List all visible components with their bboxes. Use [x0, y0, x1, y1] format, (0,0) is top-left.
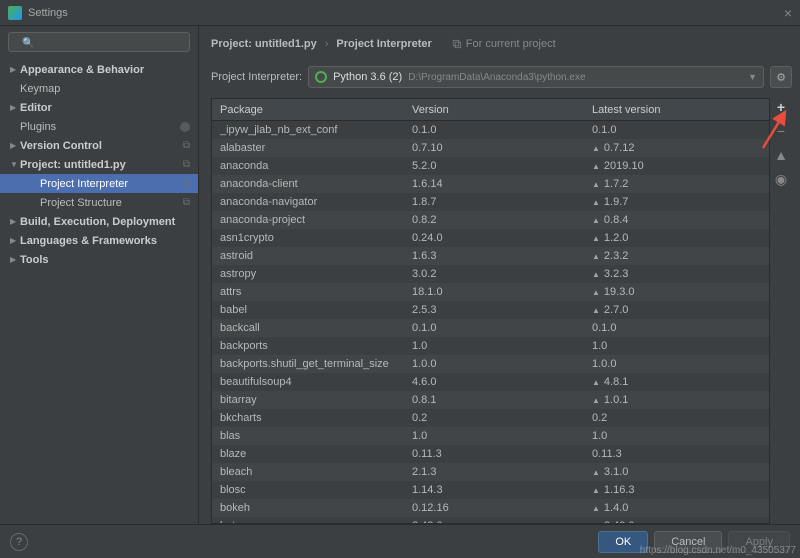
- copy-icon: [452, 39, 462, 49]
- col-version[interactable]: Version: [412, 104, 592, 116]
- package-toolbar: + − ▲ ◉: [770, 98, 792, 524]
- sidebar-item-build-execution-deployment[interactable]: ▶Build, Execution, Deployment: [0, 212, 198, 231]
- upgrade-available-icon: ▲: [592, 288, 600, 297]
- search-input[interactable]: [8, 32, 190, 52]
- interpreter-path: D:\ProgramData\Anaconda3\python.exe: [408, 72, 585, 83]
- upgrade-available-icon: ▲: [592, 252, 600, 261]
- table-row[interactable]: anaconda5.2.0▲2019.10: [212, 157, 769, 175]
- help-button[interactable]: ?: [10, 533, 28, 551]
- close-icon[interactable]: ×: [784, 5, 792, 21]
- breadcrumb: Project: untitled1.py › Project Interpre…: [211, 32, 792, 56]
- app-logo-icon: [8, 6, 22, 20]
- table-row[interactable]: bitarray0.8.1▲1.0.1: [212, 391, 769, 409]
- upgrade-available-icon: ▲: [592, 144, 600, 153]
- chevron-right-icon: ›: [325, 38, 329, 50]
- table-row[interactable]: bleach2.1.3▲3.1.0: [212, 463, 769, 481]
- settings-tree: ▶Appearance & BehaviorKeymap▶EditorPlugi…: [0, 58, 198, 524]
- sidebar-item-project-structure[interactable]: Project Structure⧉: [0, 193, 198, 212]
- table-body[interactable]: _ipyw_jlab_nb_ext_conf0.1.00.1.0alabaste…: [211, 120, 770, 524]
- table-row[interactable]: _ipyw_jlab_nb_ext_conf0.1.00.1.0: [212, 121, 769, 139]
- table-row[interactable]: blas1.01.0: [212, 427, 769, 445]
- sidebar-item-keymap[interactable]: Keymap: [0, 79, 198, 98]
- sidebar-item-languages-frameworks[interactable]: ▶Languages & Frameworks: [0, 231, 198, 250]
- table-row[interactable]: anaconda-client1.6.14▲1.7.2: [212, 175, 769, 193]
- table-row[interactable]: astropy3.0.2▲3.2.3: [212, 265, 769, 283]
- for-current-project-label: For current project: [452, 38, 556, 50]
- interpreter-dropdown[interactable]: Python 3.6 (2) D:\ProgramData\Anaconda3\…: [308, 66, 764, 88]
- upgrade-available-icon: ▲: [592, 180, 600, 189]
- table-row[interactable]: astroid1.6.3▲2.3.2: [212, 247, 769, 265]
- main-panel: Project: untitled1.py › Project Interpre…: [199, 26, 800, 524]
- titlebar: Settings ×: [0, 0, 800, 26]
- table-row[interactable]: backports.shutil_get_terminal_size1.0.01…: [212, 355, 769, 373]
- table-row[interactable]: blosc1.14.3▲1.16.3: [212, 481, 769, 499]
- current-project-icon: ⧉: [183, 140, 190, 151]
- col-package[interactable]: Package: [220, 104, 412, 116]
- chevron-down-icon: ▼: [748, 72, 757, 82]
- show-early-releases-button[interactable]: ◉: [772, 170, 790, 188]
- interpreter-name: Python 3.6 (2): [333, 71, 402, 83]
- sidebar-item-version-control[interactable]: ▶Version Control⧉: [0, 136, 198, 155]
- sidebar: 🔍 ▶Appearance & BehaviorKeymap▶EditorPlu…: [0, 26, 199, 524]
- table-row[interactable]: alabaster0.7.10▲0.7.12: [212, 139, 769, 157]
- table-row[interactable]: babel2.5.3▲2.7.0: [212, 301, 769, 319]
- table-row[interactable]: bkcharts0.20.2: [212, 409, 769, 427]
- current-project-icon: ⧉: [183, 178, 190, 189]
- col-latest[interactable]: Latest version: [592, 104, 769, 116]
- sidebar-item-editor[interactable]: ▶Editor: [0, 98, 198, 117]
- interpreter-label: Project Interpreter:: [211, 71, 302, 83]
- sidebar-item-appearance-behavior[interactable]: ▶Appearance & Behavior: [0, 60, 198, 79]
- upgrade-available-icon: ▲: [592, 216, 600, 225]
- table-row[interactable]: backcall0.1.00.1.0: [212, 319, 769, 337]
- upgrade-available-icon: ▲: [592, 234, 600, 243]
- breadcrumb-leaf: Project Interpreter: [336, 38, 431, 50]
- search-icon: 🔍: [22, 38, 34, 49]
- upgrade-available-icon: ▲: [592, 378, 600, 387]
- table-row[interactable]: anaconda-navigator1.8.7▲1.9.7: [212, 193, 769, 211]
- table-row[interactable]: anaconda-project0.8.2▲0.8.4: [212, 211, 769, 229]
- badge-icon: [180, 122, 190, 132]
- gear-icon: ⚙: [776, 71, 786, 84]
- interpreter-settings-button[interactable]: ⚙: [770, 66, 792, 88]
- sidebar-item-plugins[interactable]: Plugins: [0, 117, 198, 136]
- upgrade-available-icon: ▲: [592, 162, 600, 171]
- upgrade-available-icon: ▲: [592, 396, 600, 405]
- table-row[interactable]: bokeh0.12.16▲1.4.0: [212, 499, 769, 517]
- search-container: 🔍: [8, 32, 190, 52]
- watermark: https://blog.csdn.net/m0_43505377: [640, 545, 796, 556]
- table-row[interactable]: attrs18.1.0▲19.3.0: [212, 283, 769, 301]
- table-row[interactable]: backports1.01.0: [212, 337, 769, 355]
- upgrade-package-button[interactable]: ▲: [772, 146, 790, 164]
- package-table: Package Version Latest version _ipyw_jla…: [211, 98, 770, 524]
- interpreter-row: Project Interpreter: Python 3.6 (2) D:\P…: [211, 66, 792, 88]
- upgrade-available-icon: ▲: [592, 486, 600, 495]
- current-project-icon: ⧉: [183, 197, 190, 208]
- upgrade-available-icon: ▲: [592, 270, 600, 279]
- remove-package-button[interactable]: −: [772, 122, 790, 140]
- upgrade-available-icon: ▲: [592, 468, 600, 477]
- breadcrumb-root[interactable]: Project: untitled1.py: [211, 38, 317, 50]
- sidebar-item-tools[interactable]: ▶Tools: [0, 250, 198, 269]
- python-icon: [315, 71, 327, 83]
- current-project-icon: ⧉: [183, 159, 190, 170]
- sidebar-item-project-interpreter[interactable]: Project Interpreter⧉: [0, 174, 198, 193]
- add-package-button[interactable]: +: [772, 98, 790, 116]
- table-row[interactable]: asn1crypto0.24.0▲1.2.0: [212, 229, 769, 247]
- table-row[interactable]: boto2.48.0▲2.49.0: [212, 517, 769, 524]
- sidebar-item-project-untitled1-py[interactable]: ▼Project: untitled1.py⧉: [0, 155, 198, 174]
- upgrade-available-icon: ▲: [592, 306, 600, 315]
- table-row[interactable]: beautifulsoup44.6.0▲4.8.1: [212, 373, 769, 391]
- window-title: Settings: [28, 7, 68, 19]
- table-header: Package Version Latest version: [211, 98, 770, 120]
- upgrade-available-icon: ▲: [592, 198, 600, 207]
- table-row[interactable]: blaze0.11.30.11.3: [212, 445, 769, 463]
- upgrade-available-icon: ▲: [592, 504, 600, 513]
